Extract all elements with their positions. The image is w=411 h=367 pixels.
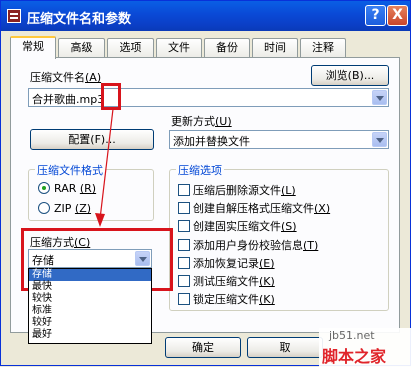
compression-method-dropdown: 存储 最快 较快 标准 较好 最好 — [28, 268, 152, 344]
help-button[interactable]: ? — [365, 5, 386, 26]
watermark: jb51.net 脚本之家 — [319, 328, 411, 367]
close-button[interactable]: X — [387, 5, 408, 26]
window-title: 压缩文件名和参数 — [27, 12, 132, 27]
list-item[interactable]: 较快 — [29, 293, 151, 305]
create-sfx-check[interactable]: 创建自解压格式压缩文件(X) — [178, 200, 330, 216]
tab-general[interactable]: 常规 — [10, 36, 56, 59]
update-mode-value: 添加并替换文件 — [173, 135, 250, 148]
dialog-window: 压缩文件名和参数 ? X 常规 高级 选项 文件 备份 时间 注释 压缩文件名(… — [0, 0, 411, 367]
checkbox-icon — [178, 257, 190, 269]
annotation-arrow-icon — [95, 108, 114, 227]
tab-files[interactable]: 文件 — [156, 38, 202, 58]
winrar-app-icon — [7, 9, 21, 23]
list-item[interactable]: 标准 — [29, 305, 151, 317]
create-solid-check[interactable]: 创建固实压缩文件(S) — [178, 218, 297, 234]
tab-time[interactable]: 时间 — [252, 38, 298, 58]
ok-button[interactable]: 确定 — [165, 337, 241, 358]
archive-options-title: 压缩选项 — [176, 162, 224, 178]
list-item[interactable]: 最快 — [29, 281, 151, 293]
list-item[interactable]: 存储 — [29, 269, 151, 281]
tab-options[interactable]: 选项 — [107, 38, 154, 58]
tab-backup[interactable]: 备份 — [204, 38, 250, 58]
checkbox-icon — [178, 184, 190, 196]
title-bar[interactable]: 压缩文件名和参数 ? X — [1, 1, 410, 31]
add-auth-check[interactable]: 添加用户身份校验信息(T) — [178, 237, 318, 253]
checkbox-icon — [178, 293, 190, 305]
watermark-url: jb51.net — [329, 329, 375, 342]
chevron-down-icon[interactable] — [372, 90, 387, 105]
checkbox-icon — [178, 202, 190, 214]
archive-name-label: 压缩文件名(A) — [30, 71, 102, 84]
delete-after-check[interactable]: 压缩后删除源文件(L) — [178, 182, 296, 198]
tab-comment[interactable]: 注释 — [300, 38, 346, 58]
checkbox-icon — [178, 220, 190, 232]
test-archive-check[interactable]: 测试压缩文件(K) — [178, 273, 275, 289]
radio-icon — [38, 202, 50, 214]
browse-button[interactable]: 浏览(B)... — [311, 65, 389, 86]
lock-archive-check[interactable]: 锁定压缩文件(K) — [178, 291, 275, 307]
update-mode-label: 更新方式(U) — [171, 115, 232, 128]
radio-selected-icon — [38, 182, 50, 194]
checkbox-icon — [178, 239, 190, 251]
list-item[interactable]: 最好 — [29, 329, 151, 341]
chevron-down-icon[interactable] — [372, 132, 387, 147]
checkbox-icon — [178, 275, 190, 287]
update-mode-select[interactable]: 添加并替换文件 — [169, 130, 389, 149]
list-item[interactable]: 较好 — [29, 317, 151, 329]
cancel-button[interactable]: 取 — [247, 337, 323, 358]
format-zip-radio[interactable]: ZIP (Z) — [38, 202, 91, 215]
archive-name-input[interactable]: 合并歌曲.mp3 — [28, 88, 389, 107]
tab-advanced[interactable]: 高级 — [58, 38, 105, 58]
add-recovery-check[interactable]: 添加恢复记录(E) — [178, 255, 275, 271]
watermark-text: 脚本之家 — [322, 347, 387, 366]
